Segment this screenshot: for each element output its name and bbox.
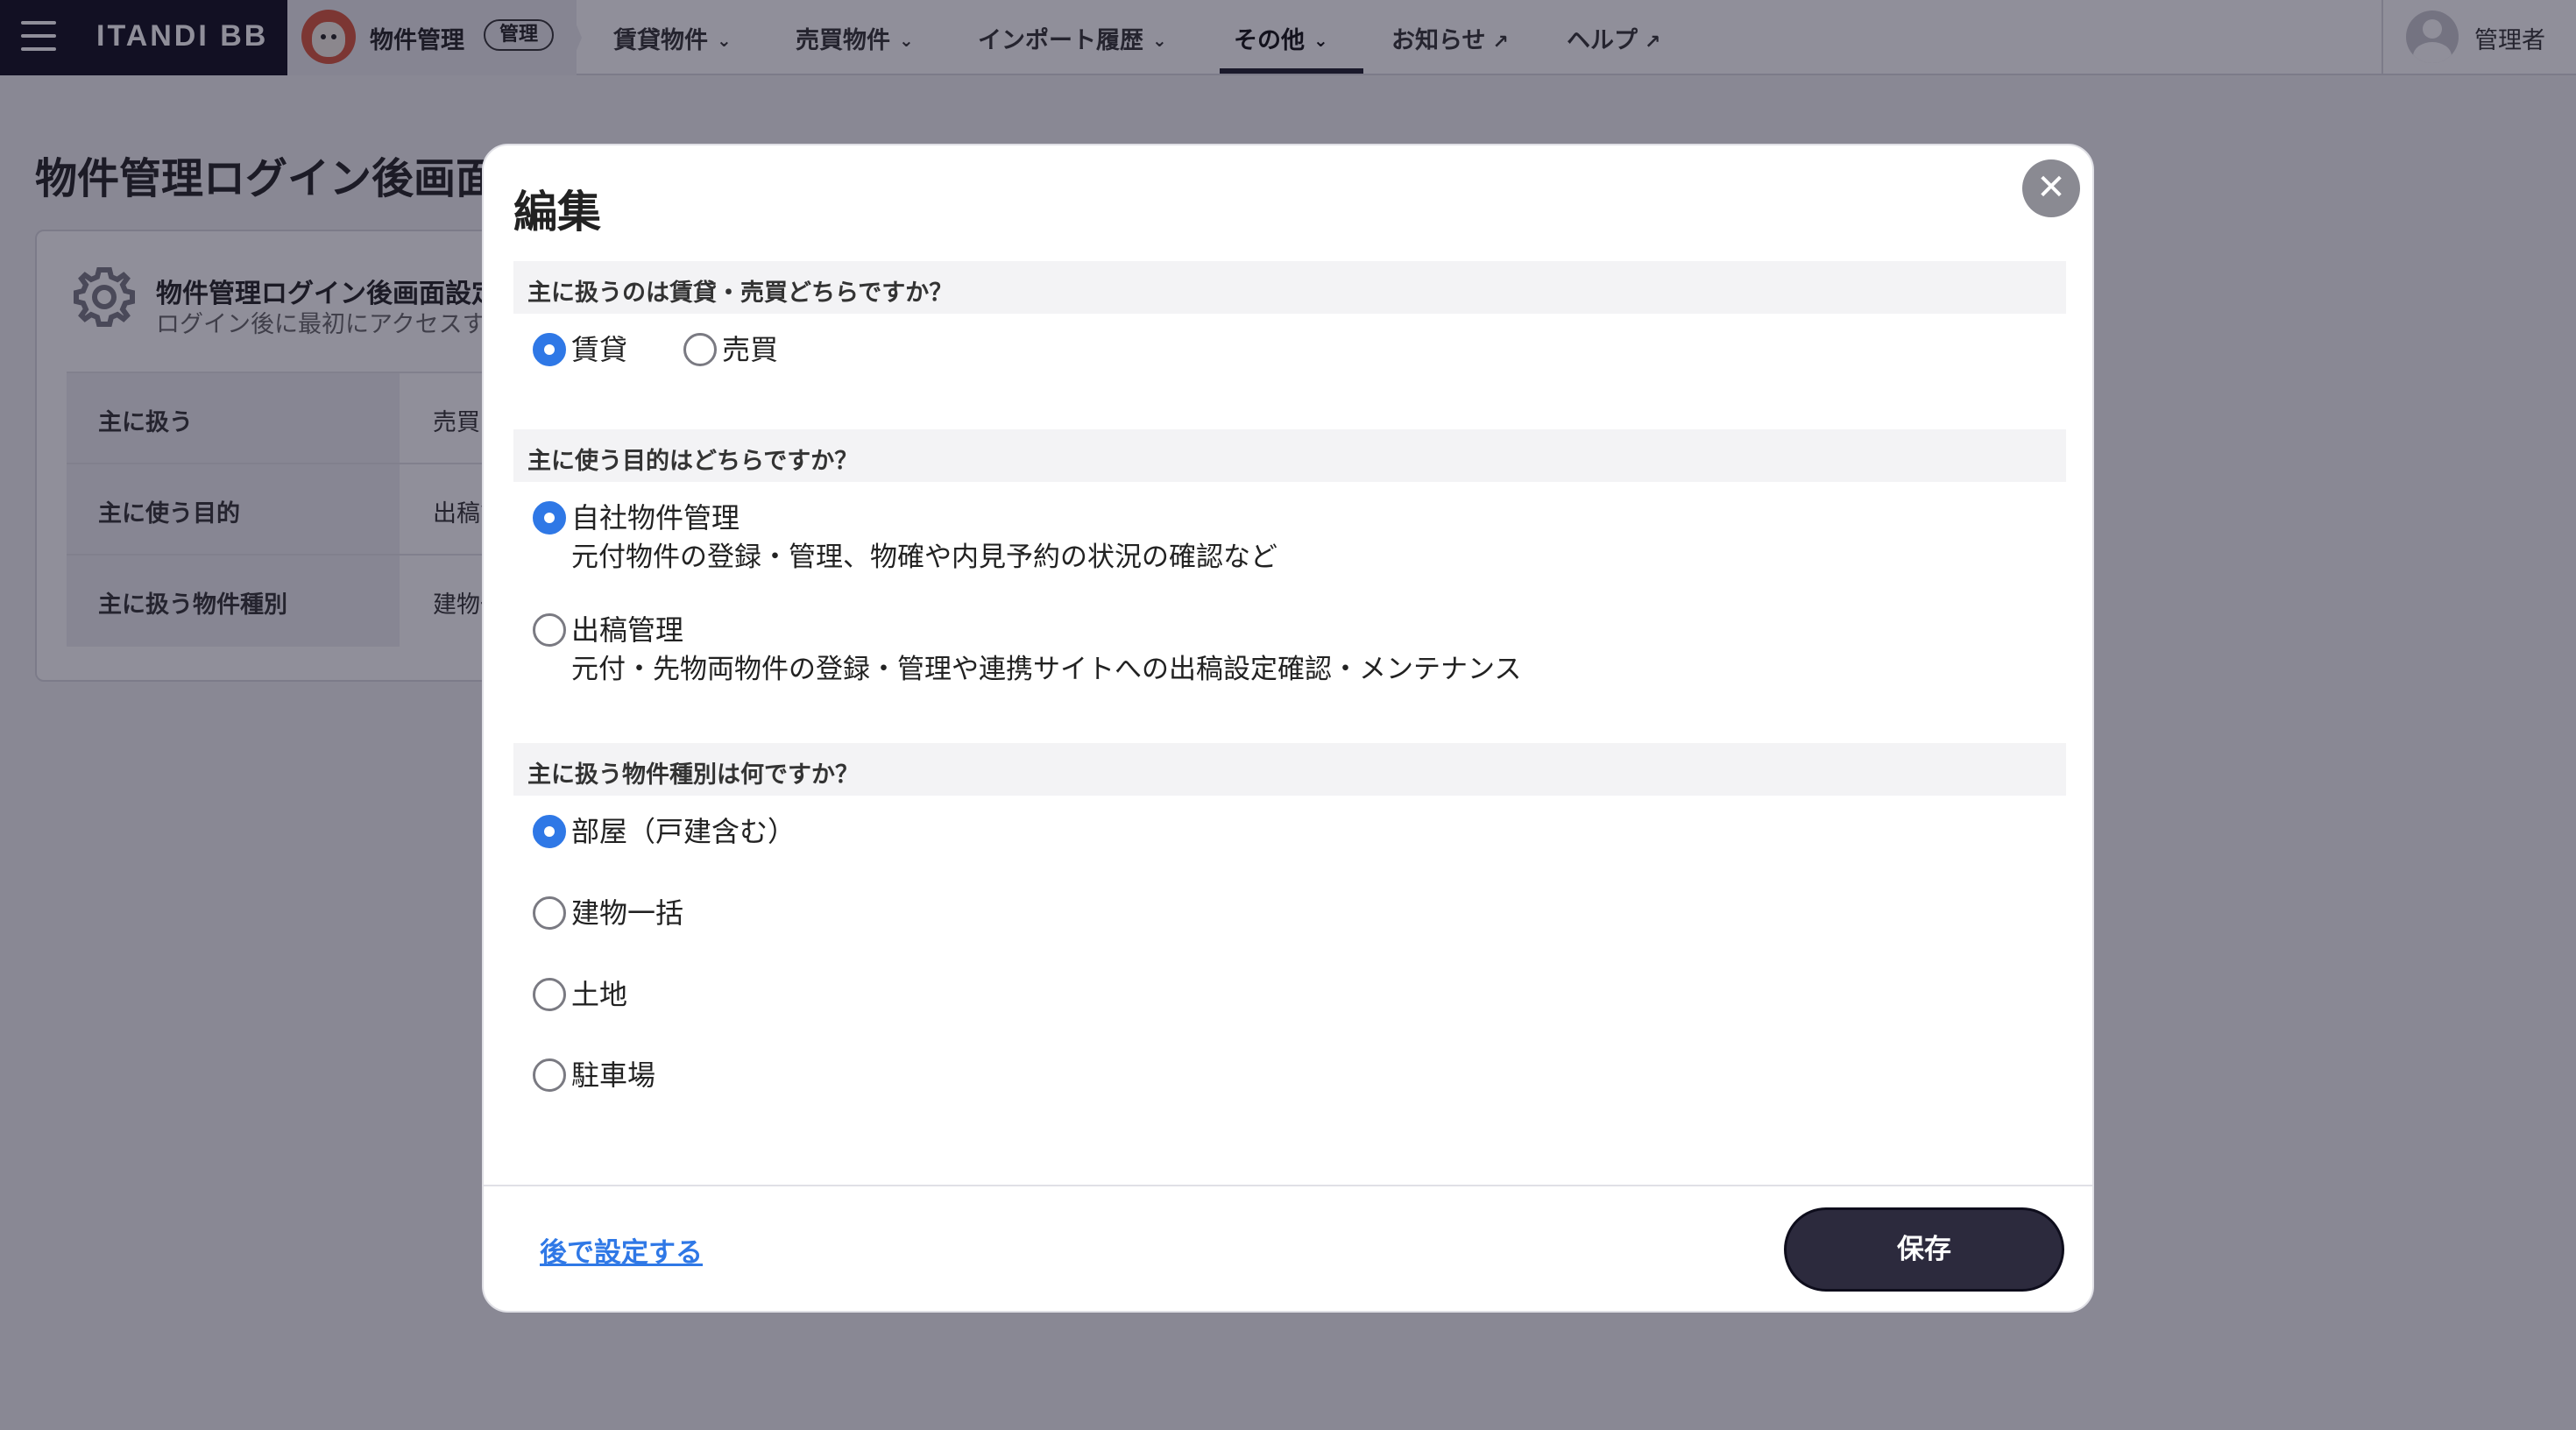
- radio-parking[interactable]: 駐車場: [533, 1058, 655, 1092]
- radio-listing-management[interactable]: 出稿管理 元付・先物両物件の登録・管理や連携サイトへの出稿設定確認・メンテナンス: [533, 613, 1521, 687]
- radio-own-property[interactable]: 自社物件管理 元付物件の登録・管理、物確や内見予約の状況の確認など: [533, 501, 1277, 575]
- radio-button[interactable]: [683, 333, 717, 366]
- radio-land[interactable]: 土地: [533, 978, 627, 1011]
- radio-sales[interactable]: 売買: [683, 333, 778, 366]
- set-later-link[interactable]: 後で設定する: [540, 1230, 703, 1270]
- radio-label: 駐車場: [571, 1058, 656, 1092]
- radio-button[interactable]: [533, 815, 566, 848]
- radio-description: 元付物件の登録・管理、物確や内見予約の状況の確認など: [571, 542, 1277, 573]
- save-button[interactable]: 保存: [1784, 1207, 2064, 1292]
- edit-modal: 編集 ✕ 主に扱うのは賃貸・売買どちらですか？ 賃貸 売買 主に使う目的はどちら…: [482, 144, 2094, 1313]
- radio-label: 部屋（戸建含む）: [571, 815, 796, 848]
- close-button[interactable]: ✕: [2022, 159, 2080, 217]
- radio-button[interactable]: [533, 978, 566, 1011]
- section-heading-deal-type: 主に扱うのは賃貸・売買どちらですか？: [513, 261, 2066, 314]
- close-icon: ✕: [2036, 167, 2066, 208]
- modal-footer-divider: [484, 1185, 2092, 1186]
- radio-label: 売買: [722, 333, 779, 366]
- radio-button[interactable]: [533, 1058, 566, 1092]
- radio-button[interactable]: [533, 896, 566, 930]
- radio-button[interactable]: [533, 613, 566, 647]
- radio-room[interactable]: 部屋（戸建含む）: [533, 815, 796, 848]
- radio-label: 自社物件管理: [571, 501, 740, 534]
- radio-rental[interactable]: 賃貸: [533, 333, 627, 366]
- radio-label: 賃貸: [571, 333, 628, 366]
- radio-description: 元付・先物両物件の登録・管理や連携サイトへの出稿設定確認・メンテナンス: [571, 654, 1522, 685]
- section-heading-property-type: 主に扱う物件種別は何ですか？: [513, 743, 2066, 796]
- radio-label: 出稿管理: [571, 613, 684, 647]
- radio-button[interactable]: [533, 501, 566, 534]
- radio-whole-building[interactable]: 建物一括: [533, 896, 683, 930]
- modal-title: 編集: [513, 187, 601, 237]
- section-heading-purpose: 主に使う目的はどちらですか？: [513, 429, 2066, 482]
- radio-button[interactable]: [533, 333, 566, 366]
- radio-label: 建物一括: [571, 896, 684, 930]
- radio-label: 土地: [571, 978, 628, 1011]
